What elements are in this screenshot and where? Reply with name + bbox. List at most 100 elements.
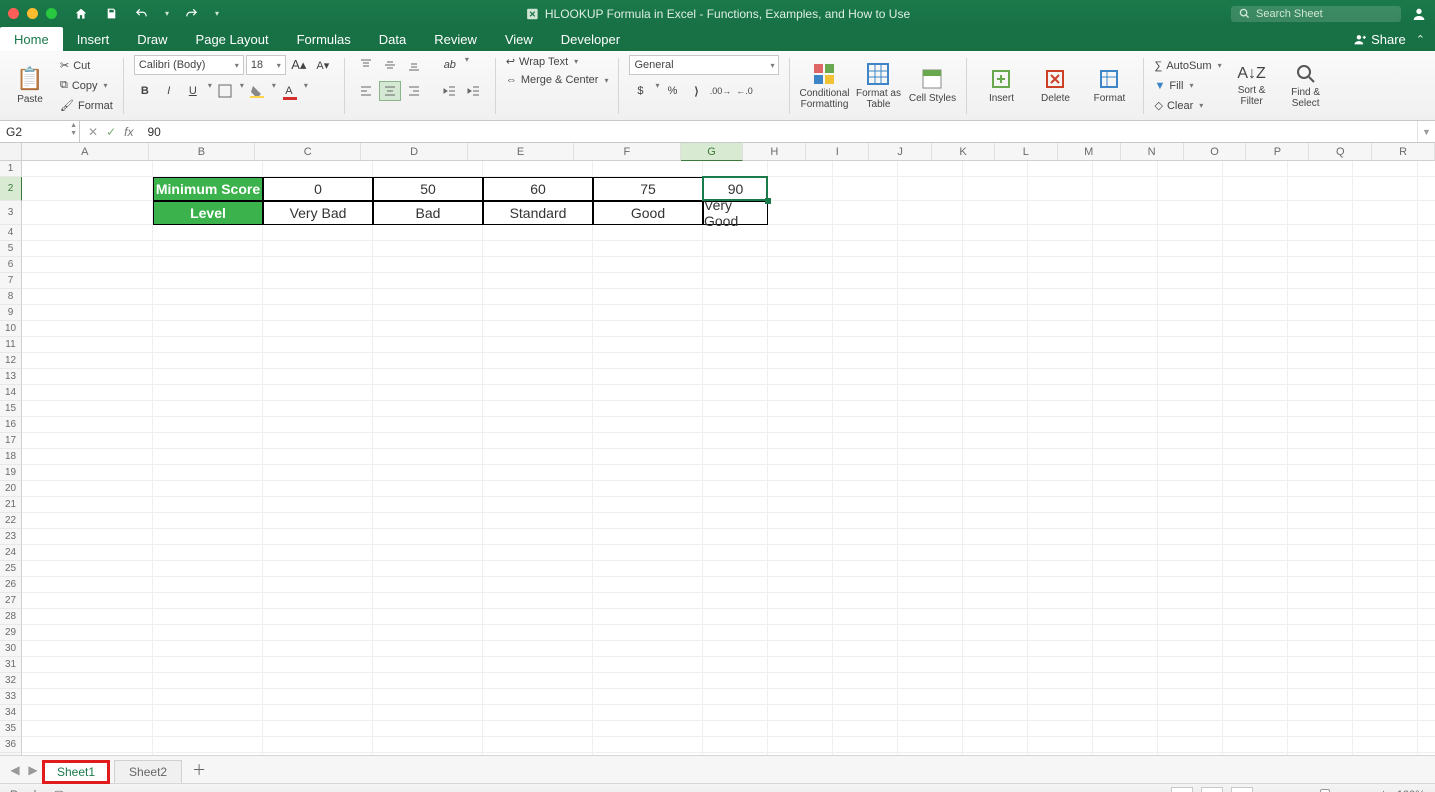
align-center-icon[interactable] xyxy=(379,81,401,101)
border-button[interactable] xyxy=(214,81,236,101)
format-cells-button[interactable]: Format xyxy=(1085,55,1133,116)
orientation-icon[interactable]: ab xyxy=(439,55,461,75)
tab-insert[interactable]: Insert xyxy=(63,27,124,51)
row-header[interactable]: 5 xyxy=(0,241,22,257)
search-sheet[interactable]: Search Sheet xyxy=(1231,6,1401,22)
row-header[interactable]: 22 xyxy=(0,513,22,529)
maximize-window-icon[interactable] xyxy=(46,8,57,19)
align-middle-icon[interactable] xyxy=(379,55,401,75)
row-header[interactable]: 29 xyxy=(0,625,22,641)
name-box[interactable]: G2 ▲▼ xyxy=(0,121,80,142)
tab-page-layout[interactable]: Page Layout xyxy=(182,27,283,51)
row-header[interactable]: 1 xyxy=(0,161,22,177)
align-top-icon[interactable] xyxy=(355,55,377,75)
chevron-down-icon[interactable]: ▾ xyxy=(208,81,212,101)
row-header[interactable]: 8 xyxy=(0,289,22,305)
fx-icon[interactable]: fx xyxy=(124,125,133,139)
row-header[interactable]: 19 xyxy=(0,465,22,481)
align-bottom-icon[interactable] xyxy=(403,55,425,75)
accept-formula-icon[interactable]: ✓ xyxy=(106,125,116,139)
sort-filter-button[interactable]: A↓ZSort & Filter xyxy=(1228,55,1276,116)
tab-home[interactable]: Home xyxy=(0,27,63,51)
add-sheet-icon[interactable]: ＋ xyxy=(192,760,206,780)
column-header[interactable]: I xyxy=(806,143,869,161)
format-as-table-button[interactable]: Format as Table xyxy=(854,55,902,116)
row-header[interactable]: 7 xyxy=(0,273,22,289)
save-icon[interactable] xyxy=(103,6,119,22)
conditional-formatting-button[interactable]: Conditional Formatting xyxy=(800,55,848,116)
home-icon[interactable] xyxy=(73,6,89,22)
align-left-icon[interactable] xyxy=(355,81,377,101)
increase-font-icon[interactable]: A▴ xyxy=(288,55,310,75)
table-cell[interactable]: Standard xyxy=(483,201,593,225)
share-button[interactable]: Share xyxy=(1354,32,1406,47)
tab-review[interactable]: Review xyxy=(420,27,491,51)
column-header[interactable]: E xyxy=(468,143,574,161)
chevron-down-icon[interactable]: ▾ xyxy=(304,81,308,101)
row-header[interactable]: 12 xyxy=(0,353,22,369)
column-header[interactable]: J xyxy=(869,143,932,161)
row-header[interactable]: 11 xyxy=(0,337,22,353)
column-header[interactable]: B xyxy=(149,143,255,161)
autosum-button[interactable]: ∑AutoSum▾ xyxy=(1154,57,1221,75)
find-select-button[interactable]: Find & Select xyxy=(1282,55,1330,116)
row-header[interactable]: 37 xyxy=(0,753,22,755)
row-header[interactable]: 35 xyxy=(0,721,22,737)
italic-button[interactable]: I xyxy=(158,81,180,101)
table-cell[interactable]: 0 xyxy=(263,177,373,201)
row-header[interactable]: 21 xyxy=(0,497,22,513)
decrease-font-icon[interactable]: A▾ xyxy=(312,55,334,75)
table-header-cell[interactable]: Minimum Score xyxy=(153,177,263,201)
table-cell[interactable]: 60 xyxy=(483,177,593,201)
chevron-down-icon[interactable]: ▾ xyxy=(465,55,469,75)
qat-customize-icon[interactable]: ▾ xyxy=(215,9,219,18)
table-cell[interactable]: Very Bad xyxy=(263,201,373,225)
format-painter-button[interactable]: 🖌Format xyxy=(60,97,113,115)
table-cell[interactable]: Bad xyxy=(373,201,483,225)
spreadsheet-grid[interactable]: ABCDEFGHIJKLMNOPQR 123456789101112131415… xyxy=(0,143,1435,755)
macro-record-icon[interactable]: ▢ xyxy=(54,788,64,792)
row-header[interactable]: 28 xyxy=(0,609,22,625)
decrease-indent-icon[interactable] xyxy=(439,81,461,101)
zoom-in-icon[interactable]: ＋ xyxy=(1378,787,1389,792)
font-name-combo[interactable]: Calibri (Body)▾ xyxy=(134,55,244,75)
column-header[interactable]: A xyxy=(22,143,149,161)
table-cell[interactable]: 50 xyxy=(373,177,483,201)
column-header[interactable]: K xyxy=(932,143,995,161)
clear-button[interactable]: ◇Clear▾ xyxy=(1154,97,1221,115)
row-header[interactable]: 25 xyxy=(0,561,22,577)
paste-button[interactable]: 📋 Paste xyxy=(6,55,54,116)
row-header[interactable]: 36 xyxy=(0,737,22,753)
row-header[interactable]: 31 xyxy=(0,657,22,673)
cell-area[interactable]: Minimum Score050607590LevelVery BadBadSt… xyxy=(22,161,1435,755)
zoom-value[interactable]: 100% xyxy=(1397,789,1425,792)
row-header[interactable]: 27 xyxy=(0,593,22,609)
fill-color-button[interactable] xyxy=(246,81,268,101)
table-cell[interactable]: Very Good xyxy=(703,201,768,225)
collapse-ribbon-icon[interactable]: ⌃ xyxy=(1416,33,1425,46)
name-box-stepper[interactable]: ▲▼ xyxy=(70,122,77,138)
tab-view[interactable]: View xyxy=(491,27,547,51)
normal-view-icon[interactable] xyxy=(1171,787,1193,792)
decrease-decimal-icon[interactable]: ←.0 xyxy=(734,81,756,101)
table-cell[interactable]: 75 xyxy=(593,177,703,201)
font-color-button[interactable]: A xyxy=(278,81,300,101)
column-header[interactable]: P xyxy=(1246,143,1309,161)
row-header[interactable]: 14 xyxy=(0,385,22,401)
row-header[interactable]: 10 xyxy=(0,321,22,337)
tab-formulas[interactable]: Formulas xyxy=(283,27,365,51)
minimize-window-icon[interactable] xyxy=(27,8,38,19)
page-break-view-icon[interactable] xyxy=(1231,787,1253,792)
column-header[interactable]: H xyxy=(743,143,806,161)
row-header[interactable]: 9 xyxy=(0,305,22,321)
cell-styles-button[interactable]: Cell Styles xyxy=(908,55,956,116)
font-size-combo[interactable]: 18▾ xyxy=(246,55,286,75)
fill-handle[interactable] xyxy=(765,198,771,204)
formula-input[interactable]: 90 xyxy=(141,125,1417,139)
row-header[interactable]: 13 xyxy=(0,369,22,385)
column-header[interactable]: R xyxy=(1372,143,1435,161)
tab-draw[interactable]: Draw xyxy=(123,27,181,51)
row-header[interactable]: 6 xyxy=(0,257,22,273)
prev-sheet-icon[interactable]: ◀ xyxy=(6,763,24,777)
row-header[interactable]: 20 xyxy=(0,481,22,497)
